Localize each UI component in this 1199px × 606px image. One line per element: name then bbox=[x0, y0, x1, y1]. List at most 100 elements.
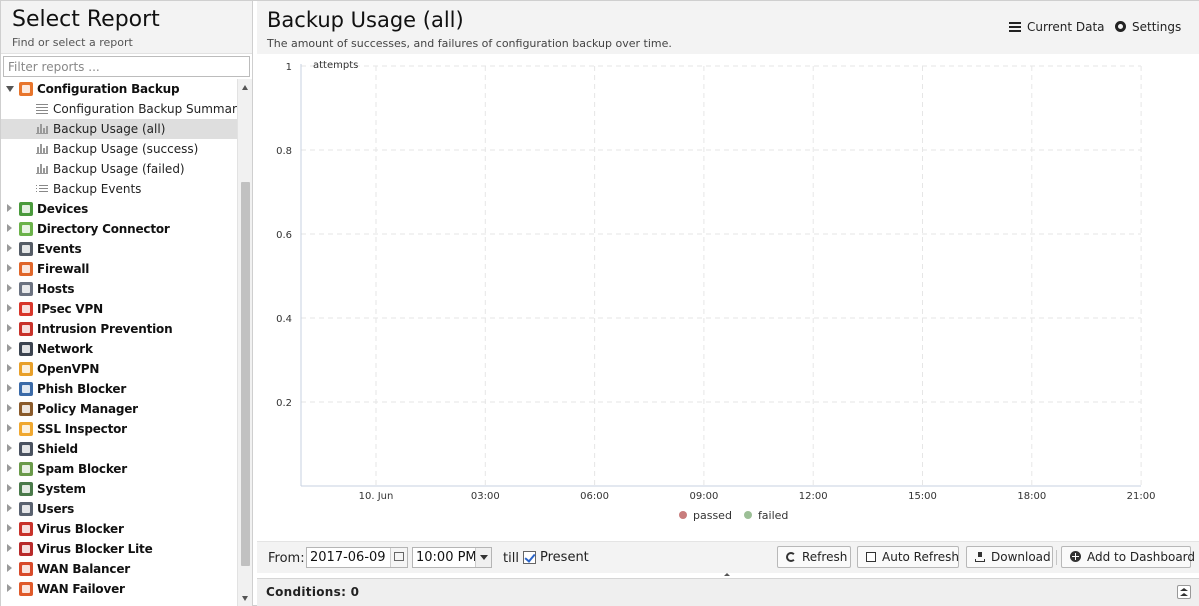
report-description: The amount of successes, and failures of… bbox=[267, 37, 672, 50]
add-to-dashboard-label: Add to Dashboard bbox=[1087, 550, 1196, 564]
download-icon bbox=[975, 552, 985, 562]
tree-category[interactable]: Network bbox=[1, 339, 237, 359]
tree-category-label: Phish Blocker bbox=[37, 382, 127, 396]
tree-category[interactable]: Firewall bbox=[1, 259, 237, 279]
tree-category[interactable]: WAN Balancer bbox=[1, 559, 237, 579]
list-icon bbox=[36, 183, 48, 194]
filter-reports-input[interactable] bbox=[3, 56, 250, 77]
tree-report-label: Configuration Backup Summary bbox=[53, 102, 237, 116]
scrollbar-thumb[interactable] bbox=[241, 182, 250, 566]
collapsed-arrow-icon[interactable] bbox=[7, 484, 12, 492]
tree-scrollbar[interactable] bbox=[237, 79, 252, 606]
tree-category[interactable]: Virus Blocker bbox=[1, 519, 237, 539]
collapsed-arrow-icon[interactable] bbox=[7, 384, 12, 392]
tree-category-configuration-backup[interactable]: Configuration Backup bbox=[1, 79, 237, 99]
scroll-up-icon[interactable] bbox=[242, 85, 248, 90]
tree-category-label: WAN Failover bbox=[37, 582, 125, 596]
tree-report-item[interactable]: Backup Usage (all) bbox=[1, 119, 237, 139]
tree-report-label: Backup Usage (all) bbox=[53, 122, 166, 136]
tree-report-item[interactable]: Configuration Backup Summary bbox=[1, 99, 237, 119]
tree-category[interactable]: Events bbox=[1, 239, 237, 259]
x-tick-label: 10. Jun bbox=[359, 491, 394, 502]
tree-category[interactable]: Users bbox=[1, 499, 237, 519]
collapsed-arrow-icon[interactable] bbox=[7, 224, 12, 232]
collapsed-arrow-icon[interactable] bbox=[7, 304, 12, 312]
tree-category-label: System bbox=[37, 482, 86, 496]
scroll-down-icon[interactable] bbox=[242, 596, 248, 601]
expanded-arrow-icon[interactable] bbox=[6, 86, 14, 92]
collapse-up-icon[interactable] bbox=[724, 573, 730, 576]
collapsed-arrow-icon[interactable] bbox=[7, 584, 12, 592]
calendar-icon[interactable] bbox=[390, 548, 407, 567]
phish-blocker-icon bbox=[19, 382, 33, 396]
present-checkbox[interactable] bbox=[523, 551, 536, 564]
tree-report-item[interactable]: Backup Usage (failed) bbox=[1, 159, 237, 179]
configuration-backup-icon bbox=[19, 82, 33, 96]
collapsed-arrow-icon[interactable] bbox=[7, 284, 12, 292]
tree-category[interactable]: System bbox=[1, 479, 237, 499]
tree-category[interactable]: Virus Blocker Lite bbox=[1, 539, 237, 559]
tree-category[interactable]: Directory Connector bbox=[1, 219, 237, 239]
tree-report-item[interactable]: Backup Usage (success) bbox=[1, 139, 237, 159]
collapsed-arrow-icon[interactable] bbox=[7, 404, 12, 412]
legend-item-failed[interactable]: failed bbox=[743, 509, 789, 522]
chevron-down-icon[interactable] bbox=[475, 548, 491, 567]
collapsed-arrow-icon[interactable] bbox=[7, 464, 12, 472]
tree-category[interactable]: Devices bbox=[1, 199, 237, 219]
collapsed-arrow-icon[interactable] bbox=[7, 264, 12, 272]
tree-category-label: WAN Balancer bbox=[37, 562, 130, 576]
tree-category-label: IPsec VPN bbox=[37, 302, 103, 316]
tree-category[interactable]: WAN Failover bbox=[1, 579, 237, 599]
collapsed-arrow-icon[interactable] bbox=[7, 424, 12, 432]
openvpn-icon bbox=[19, 362, 33, 376]
download-button[interactable]: Download bbox=[966, 546, 1053, 568]
collapsed-arrow-icon[interactable] bbox=[7, 364, 12, 372]
auto-refresh-button[interactable]: Auto Refresh bbox=[857, 546, 959, 568]
tree-category-label: Network bbox=[37, 342, 93, 356]
report-tree: Configuration Backup Configuration Backup… bbox=[1, 79, 237, 606]
backup-usage-chart: 0.2 0.4 0.6 0.8 1 10. Jun 03:00 06:00 09:00 12:00… bbox=[257, 54, 1199, 541]
collapsed-arrow-icon[interactable] bbox=[7, 204, 12, 212]
tree-category[interactable]: Hosts bbox=[1, 279, 237, 299]
current-data-button[interactable]: Current Data bbox=[1009, 20, 1105, 34]
collapsed-arrow-icon[interactable] bbox=[7, 244, 12, 252]
tree-category[interactable]: Policy Manager bbox=[1, 399, 237, 419]
collapsed-arrow-icon[interactable] bbox=[7, 344, 12, 352]
legend-label: failed bbox=[757, 509, 789, 522]
report-title: Backup Usage (all) bbox=[267, 8, 464, 32]
gear-icon bbox=[1115, 21, 1126, 32]
tree-category[interactable]: Phish Blocker bbox=[1, 379, 237, 399]
tree-category[interactable]: Shield bbox=[1, 439, 237, 459]
y-axis-label: attempts bbox=[313, 60, 358, 71]
x-tick-label: 18:00 bbox=[1017, 491, 1046, 502]
y-tick-label: 0.8 bbox=[276, 146, 292, 157]
tree-category-label: Spam Blocker bbox=[37, 462, 127, 476]
y-tick-label: 1 bbox=[286, 62, 292, 73]
events-icon bbox=[19, 242, 33, 256]
users-icon bbox=[19, 502, 33, 516]
collapsed-arrow-icon[interactable] bbox=[7, 504, 12, 512]
ssl-inspector-icon bbox=[19, 422, 33, 436]
tree-category[interactable]: Intrusion Prevention bbox=[1, 319, 237, 339]
report-toolbar: From: 10:00 PM till Present Refresh Auto… bbox=[257, 541, 1199, 573]
collapsed-arrow-icon[interactable] bbox=[7, 324, 12, 332]
refresh-label: Refresh bbox=[802, 550, 848, 564]
tree-category[interactable]: IPsec VPN bbox=[1, 299, 237, 319]
tree-category[interactable]: SSL Inspector bbox=[1, 419, 237, 439]
refresh-button[interactable]: Refresh bbox=[777, 546, 851, 568]
collapsed-arrow-icon[interactable] bbox=[7, 544, 12, 552]
from-label: From: bbox=[268, 551, 305, 566]
x-tick-label: 15:00 bbox=[908, 491, 937, 502]
policy-manager-icon bbox=[19, 402, 33, 416]
expand-conditions-icon[interactable] bbox=[1177, 585, 1191, 599]
collapsed-arrow-icon[interactable] bbox=[7, 524, 12, 532]
tree-category[interactable]: OpenVPN bbox=[1, 359, 237, 379]
collapsed-arrow-icon[interactable] bbox=[7, 564, 12, 572]
legend-item-passed[interactable]: passed bbox=[679, 509, 732, 522]
checkbox-icon bbox=[866, 552, 876, 562]
add-to-dashboard-button[interactable]: Add to Dashboard bbox=[1061, 546, 1195, 568]
tree-report-item[interactable]: Backup Events bbox=[1, 179, 237, 199]
settings-button[interactable]: Settings bbox=[1115, 20, 1181, 34]
collapsed-arrow-icon[interactable] bbox=[7, 444, 12, 452]
tree-category[interactable]: Spam Blocker bbox=[1, 459, 237, 479]
